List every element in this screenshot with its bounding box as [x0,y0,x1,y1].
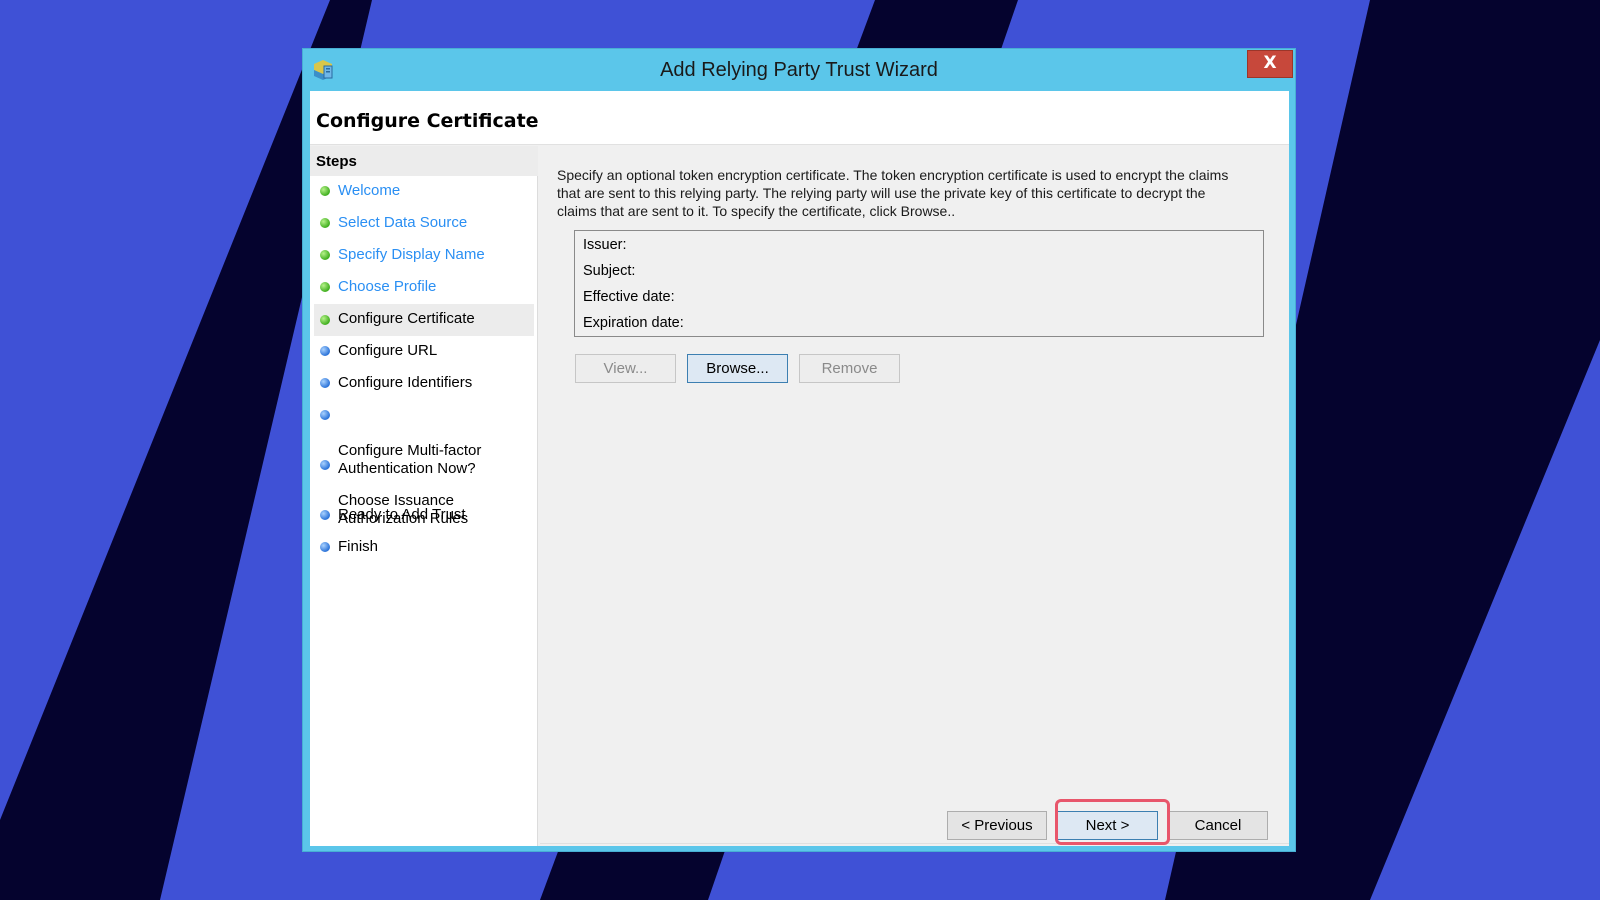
step-current-icon [320,315,330,325]
step-pending-icon [320,346,330,356]
step-complete-icon [320,186,330,196]
remove-button: Remove [799,354,900,383]
step-label: Configure URL [338,342,438,359]
title-bar[interactable]: Add Relying Party Trust Wizard X [303,49,1295,91]
window-title: Add Relying Party Trust Wizard [660,59,938,81]
step-configure-url: Configure URL [314,342,534,360]
step-pending-icon [320,542,330,552]
step-pending-icon [320,460,330,470]
step-label: Ready to Add Trust [338,506,466,523]
cancel-button[interactable]: Cancel [1168,811,1268,840]
step-pending-icon [320,410,330,420]
certificate-details-box: Issuer: Subject: Effective date: Expirat… [574,230,1264,337]
step-welcome[interactable]: Welcome [314,182,534,200]
step-label: Welcome [338,182,401,199]
step-label: Choose Profile [338,278,437,295]
step-configure-certificate: Configure Certificate [314,304,534,336]
steps-pane: Steps Welcome Select Data Source Specify… [310,146,538,846]
step-select-data-source[interactable]: Select Data Source [314,214,534,232]
step-finish: Finish [314,538,534,556]
page-header: Configure Certificate [310,91,1289,145]
step-pending-icon [320,378,330,388]
expiration-date-label: Expiration date: [583,315,684,331]
instructions-text: Specify an optional token encryption cer… [557,167,1229,219]
step-complete-icon [320,282,330,292]
step-complete-icon [320,218,330,228]
step-complete-icon [320,250,330,260]
steps-header: Steps [310,146,538,176]
step-specify-display-name[interactable]: Specify Display Name [314,246,534,264]
step-configure-identifiers: Configure Identifiers [314,374,534,392]
wizard-window: Add Relying Party Trust Wizard X Configu… [302,48,1296,852]
content-pane: Specify an optional token encryption cer… [540,146,1289,846]
issuer-label: Issuer: [583,237,627,253]
step-label: Select Data Source [338,214,468,231]
step-choose-profile[interactable]: Choose Profile [314,278,534,296]
step-label: Configure Certificate [338,310,475,327]
step-label: Specify Display Name [338,246,485,263]
step-label: Configure Identifiers [338,374,473,391]
subject-label: Subject: [583,263,636,279]
page-title: Configure Certificate [316,110,539,132]
step-label: Finish [338,538,379,555]
step-pending-icon [320,510,330,520]
next-button-highlight [1055,799,1170,845]
steps-heading: Steps [316,153,357,170]
effective-date-label: Effective date: [583,289,675,305]
close-button[interactable]: X [1247,50,1293,78]
wizard-client-area: Configure Certificate Steps Welcome Sele… [310,91,1289,846]
footer-divider [540,843,1289,844]
view-button: View... [575,354,676,383]
previous-button[interactable]: < Previous [947,811,1047,840]
step-ready-to-add-trust: Ready to Add Trust [314,506,534,524]
browse-button[interactable]: Browse... [687,354,788,383]
